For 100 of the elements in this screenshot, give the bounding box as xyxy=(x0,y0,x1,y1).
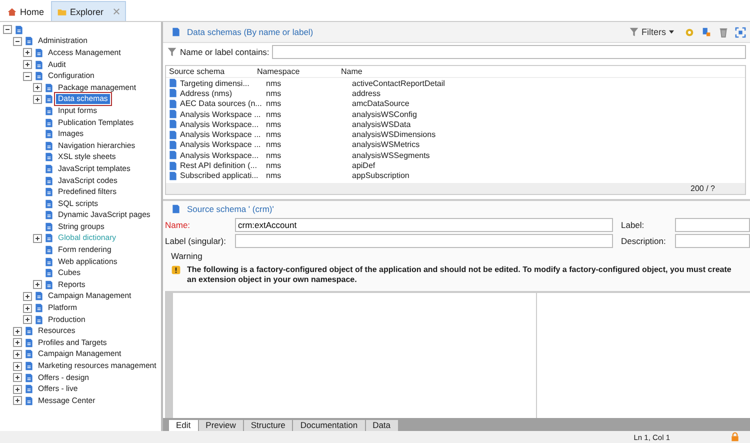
editor-tab[interactable]: Structure xyxy=(244,420,292,431)
filter-field[interactable] xyxy=(272,45,746,59)
document-icon xyxy=(168,150,178,160)
funnel-icon xyxy=(628,27,638,37)
expand-toggle[interactable] xyxy=(23,315,32,324)
expand-toggle[interactable] xyxy=(13,373,22,382)
table-cell-text: nms xyxy=(266,120,282,129)
table-cell-text: address xyxy=(352,88,382,98)
description-field[interactable] xyxy=(675,234,750,248)
expand-toggle[interactable] xyxy=(13,396,22,406)
document-icon xyxy=(24,384,34,394)
document-icon xyxy=(34,314,44,325)
editor-tab[interactable]: Edit xyxy=(169,420,198,431)
document-icon xyxy=(44,129,54,140)
document-icon xyxy=(44,210,54,220)
expand-toggle[interactable] xyxy=(23,304,32,313)
filters-button[interactable]: Filters xyxy=(624,27,678,37)
document-icon xyxy=(44,198,54,209)
document-icon xyxy=(24,361,34,372)
document-icon xyxy=(171,204,181,214)
table-cell-text: nms xyxy=(266,88,282,98)
singular-field[interactable] xyxy=(235,234,613,248)
document-icon xyxy=(34,291,44,302)
document-icon xyxy=(168,98,178,109)
expand-toggle[interactable] xyxy=(13,362,22,371)
table-cell-text: nms xyxy=(266,171,282,180)
editor-tab[interactable]: Data xyxy=(366,420,398,431)
detail-title: Source schema ' (crm)' xyxy=(187,204,274,214)
table-cell-text: Subscribed applicati... xyxy=(180,171,260,180)
document-icon xyxy=(44,187,54,198)
table-cell-text: Analysis Workspace ... xyxy=(180,130,262,140)
warning-text: The following is a factory-configured object of the application and should not be edited. To modify a factory-configured object, you must create an extension object in your own namespace. xyxy=(187,265,732,285)
list-title: Data schemas (By name or label) xyxy=(187,27,314,37)
table-cell-text: Analysis Workspace ... xyxy=(180,110,262,119)
document-icon xyxy=(44,268,54,278)
document-icon xyxy=(44,140,54,151)
expand-toggle[interactable] xyxy=(33,234,42,243)
editor-tab[interactable]: Preview xyxy=(198,420,243,431)
expand-toggle[interactable] xyxy=(33,83,42,92)
expand-toggle[interactable] xyxy=(3,25,12,34)
table-cell-text: Address (nms) xyxy=(180,88,234,98)
document-icon xyxy=(44,222,54,232)
document-icon xyxy=(24,372,34,383)
table-cell-text: amcDataSource xyxy=(352,99,410,108)
column-header[interactable]: Source schema xyxy=(169,67,257,76)
expand-toggle[interactable] xyxy=(23,72,32,81)
expand-toggle[interactable] xyxy=(13,326,22,336)
table-cell-text: Analysis Workspace ... xyxy=(180,140,262,150)
expand-toggle[interactable] xyxy=(13,338,22,348)
document-icon xyxy=(168,170,178,181)
column-header[interactable]: Name xyxy=(341,67,745,76)
caret-icon xyxy=(669,30,674,34)
document-icon xyxy=(168,160,178,171)
table-cell-text: analysisWSConfig xyxy=(352,110,418,119)
table-cell-text: nms xyxy=(266,150,282,160)
lock-icon xyxy=(730,432,740,442)
document-icon xyxy=(168,140,178,150)
maximize-icon[interactable] xyxy=(735,26,746,38)
expand-toggle[interactable] xyxy=(33,94,42,104)
document-icon xyxy=(171,27,181,37)
expand-toggle[interactable] xyxy=(23,48,32,58)
document-icon xyxy=(24,349,34,360)
delete-icon[interactable] xyxy=(718,26,729,38)
expand-toggle[interactable] xyxy=(13,36,22,46)
document-icon xyxy=(24,326,34,336)
table-cell-text: analysisWSDimensions xyxy=(352,130,437,140)
document-icon xyxy=(168,130,178,140)
column-header[interactable]: Namespace xyxy=(257,67,341,76)
table-cell-text: Targeting dimensi... xyxy=(180,78,250,88)
document-icon xyxy=(44,106,54,116)
document-icon xyxy=(44,118,54,128)
document-icon xyxy=(24,396,34,406)
explorer-tab[interactable]: Home xyxy=(2,2,50,21)
table-cell-text: nms xyxy=(266,78,282,88)
label-label: Label: xyxy=(621,220,646,230)
name-field[interactable]: crm:extAccount xyxy=(235,218,613,232)
table-cell-text: nms xyxy=(266,110,282,119)
expand-toggle[interactable] xyxy=(23,60,32,70)
document-icon xyxy=(34,60,44,70)
document-icon xyxy=(44,256,54,267)
document-icon xyxy=(168,109,178,120)
document-icon xyxy=(168,88,178,98)
label-field[interactable] xyxy=(675,218,750,232)
expand-toggle[interactable] xyxy=(13,350,22,359)
expand-toggle[interactable] xyxy=(23,292,32,301)
document-icon xyxy=(168,119,178,130)
table-cell-text: Rest API definition (... xyxy=(180,161,258,170)
expand-toggle[interactable] xyxy=(33,280,42,290)
document-icon xyxy=(14,24,24,35)
duplicate-icon[interactable] xyxy=(701,26,712,38)
document-icon xyxy=(24,36,34,46)
expand-toggle[interactable] xyxy=(13,384,22,394)
singular-label: Label (singular): xyxy=(165,236,227,246)
document-icon xyxy=(34,303,44,314)
table-cell-text: apiDef xyxy=(352,161,376,170)
editor-tab[interactable]: Documentation xyxy=(293,420,365,431)
explorer-tab[interactable]: Explorer xyxy=(51,1,126,21)
folder-icon xyxy=(57,6,68,16)
table-cell-text: AEC Data sources (n... xyxy=(180,99,263,108)
document-icon xyxy=(44,233,54,244)
